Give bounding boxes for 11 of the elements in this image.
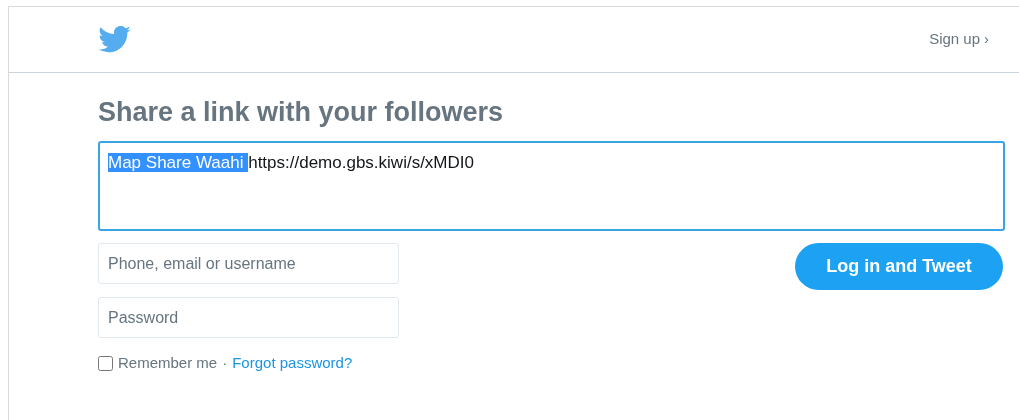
separator: ·	[222, 353, 228, 373]
page-title: Share a link with your followers	[98, 99, 505, 126]
remember-me-label: Remember me	[118, 353, 218, 373]
username-field[interactable]: Phone, email or username	[98, 243, 399, 284]
forgot-password-link[interactable]: Forgot password?	[232, 352, 353, 375]
bird-icon[interactable]	[98, 26, 131, 53]
log-in-and-tweet-button[interactable]: Log in and Tweet	[795, 243, 1003, 290]
tweet-text-area[interactable]: Map Share Waahi https://demo.gbs.kiwi/s/xMDI0	[98, 141, 1005, 231]
remember-me-checkbox[interactable]	[98, 355, 113, 371]
sign-up-link[interactable]: Sign up ›	[929, 28, 989, 51]
password-field[interactable]: Password	[98, 297, 399, 338]
